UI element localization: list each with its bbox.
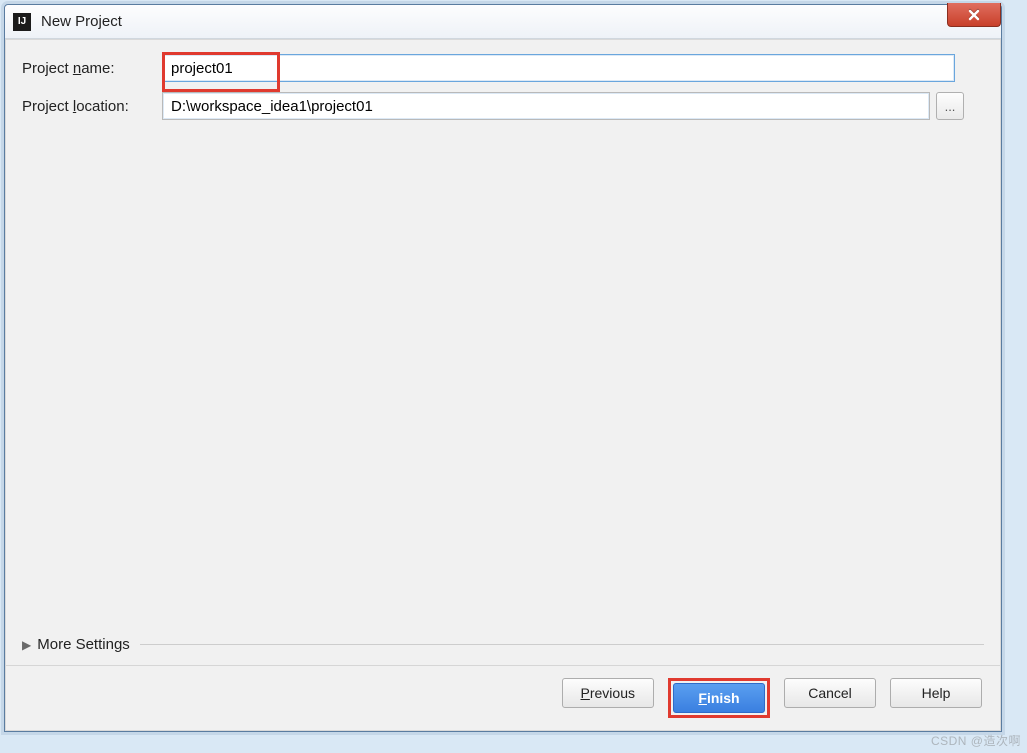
- close-button[interactable]: [947, 3, 1001, 27]
- finish-button[interactable]: Finish: [673, 683, 765, 713]
- dialog-content: Project name: Project location: ... ▶ Mo…: [5, 39, 1001, 731]
- project-name-row: Project name:: [22, 54, 984, 82]
- project-location-row: Project location: ...: [22, 92, 984, 120]
- project-location-label: Project location:: [22, 98, 162, 115]
- help-button[interactable]: Help: [890, 678, 982, 708]
- previous-button[interactable]: Previous: [562, 678, 654, 708]
- button-divider: [6, 665, 1000, 666]
- more-settings-toggle[interactable]: ▶ More Settings: [22, 636, 984, 653]
- project-name-input[interactable]: [162, 54, 955, 82]
- dialog-buttons: Previous Finish Cancel Help: [22, 678, 984, 718]
- expand-right-icon: ▶: [22, 638, 31, 652]
- cancel-button[interactable]: Cancel: [784, 678, 876, 708]
- content-spacer: [22, 130, 984, 636]
- more-settings-label: More Settings: [37, 636, 130, 653]
- close-icon: [967, 8, 981, 22]
- app-icon: IJ: [13, 13, 31, 31]
- finish-highlight: Finish: [668, 678, 770, 718]
- new-project-dialog: IJ New Project Project name: Project loc…: [4, 4, 1002, 732]
- project-location-input[interactable]: [162, 92, 930, 120]
- watermark-text: CSDN @造次啊: [931, 732, 1021, 749]
- titlebar: IJ New Project: [5, 5, 1001, 39]
- project-name-label: Project name:: [22, 60, 162, 77]
- project-name-highlight: [162, 54, 955, 82]
- window-title: New Project: [41, 13, 122, 30]
- browse-location-button[interactable]: ...: [936, 92, 964, 120]
- ellipsis-icon: ...: [945, 99, 956, 114]
- more-settings-divider: [140, 644, 984, 645]
